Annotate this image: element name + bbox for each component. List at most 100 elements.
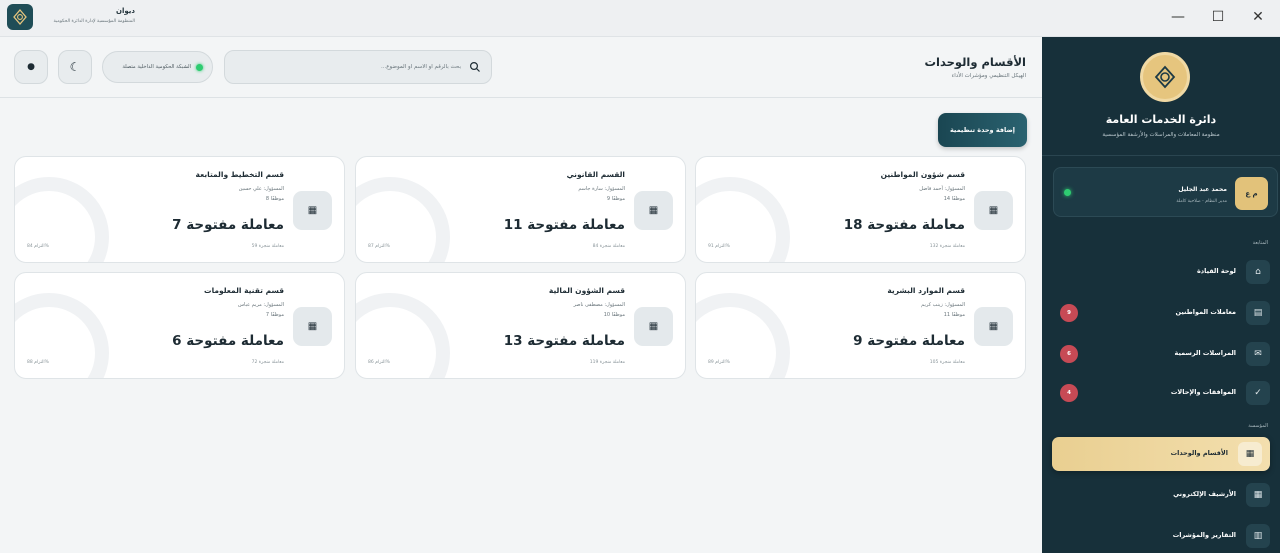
page-header: الأقسام والوحدات الهيكل التنظيمي ومؤشرات… bbox=[0, 37, 1042, 98]
org-logo-icon bbox=[1140, 52, 1190, 102]
sidebar-item-official-correspondence[interactable]: ✉ المراسلات الرسمية 6 bbox=[1052, 337, 1270, 371]
close-button[interactable]: ✕ bbox=[1246, 6, 1270, 28]
count-badge: 9 bbox=[1060, 304, 1078, 322]
department-employees: 14 موظفًا bbox=[943, 196, 965, 202]
card-decoration bbox=[696, 293, 790, 378]
search-input[interactable] bbox=[241, 60, 461, 74]
theme-toggle-button[interactable]: ☾ bbox=[58, 50, 92, 84]
app-logo-icon bbox=[7, 4, 33, 30]
department-grid-icon: ▦ bbox=[293, 191, 332, 230]
moon-icon: ☾ bbox=[69, 60, 81, 74]
department-grid-icon: ▦ bbox=[634, 307, 673, 346]
completed-transactions: 84 معاملة منجزة bbox=[592, 244, 625, 249]
completed-transactions: 132 معاملة منجزة bbox=[929, 244, 965, 249]
department-name: قسم التخطيط والمتابعة bbox=[195, 170, 284, 179]
card-decoration bbox=[356, 177, 450, 262]
page-title: الأقسام والوحدات bbox=[924, 55, 1026, 69]
department-employees: 7 موظفًا bbox=[265, 312, 284, 318]
department-name: قسم الموارد البشرية bbox=[887, 286, 965, 295]
department-grid-icon: ▦ bbox=[974, 307, 1013, 346]
department-card[interactable]: ▦ قسم الموارد البشرية المسؤول: زينب كريم… bbox=[695, 272, 1026, 379]
commitment-rate: التزام 89% bbox=[708, 360, 730, 365]
commitment-rate: التزام 86% bbox=[368, 360, 390, 365]
maximize-button[interactable]: ☐ bbox=[1206, 6, 1230, 28]
open-transactions: 9 معاملة مفتوحة bbox=[853, 333, 965, 349]
department-card[interactable]: ▦ قسم تقنية المعلومات المسؤول: مريم عباس… bbox=[14, 272, 345, 379]
department-grid-icon: ▦ bbox=[974, 191, 1013, 230]
status-button[interactable]: ● bbox=[14, 50, 48, 84]
network-status-text: الشبكة الحكومية الداخلية متصلة bbox=[122, 64, 191, 70]
department-employees: 8 موظفًا bbox=[265, 196, 284, 202]
check-icon: ✓ bbox=[1246, 381, 1270, 405]
completed-transactions: 59 معاملة منجزة bbox=[251, 244, 284, 249]
search-icon bbox=[469, 61, 480, 72]
org-subtitle: منظومة المعاملات والمراسلات والأرشفة الم… bbox=[1102, 132, 1220, 138]
mail-icon: ✉ bbox=[1246, 342, 1270, 366]
card-decoration bbox=[15, 293, 109, 378]
user-name: محمد عبد الجليل bbox=[1178, 186, 1227, 193]
commitment-rate: التزام 88% bbox=[27, 360, 49, 365]
app-subtitle: المنظومة المؤسسية لإدارة الدائرة الحكومي… bbox=[53, 19, 135, 24]
open-transactions: 7 معاملة مفتوحة bbox=[172, 217, 284, 233]
department-manager: المسؤول: أحمد فاضل bbox=[919, 186, 965, 192]
department-name: قسم الشؤون المالية bbox=[548, 286, 625, 295]
department-employees: 10 موظفًا bbox=[603, 312, 625, 318]
department-card[interactable]: ▦ قسم شؤون المواطنين المسؤول: أحمد فاضل … bbox=[695, 156, 1026, 263]
section-label-follow-up: المتابعة bbox=[1252, 240, 1268, 246]
add-unit-button[interactable]: إضافة وحدة تنظيمية bbox=[938, 113, 1027, 147]
org-title: دائرة الخدمات العامة bbox=[1105, 113, 1217, 126]
open-transactions: 11 معاملة مفتوحة bbox=[503, 217, 625, 233]
sidebar-item-archive[interactable]: ▦ الأرشيف الإلكتروني bbox=[1052, 478, 1270, 512]
card-decoration bbox=[696, 177, 790, 262]
department-card[interactable]: ▦ قسم التخطيط والمتابعة المسؤول: علي حسي… bbox=[14, 156, 345, 263]
sidebar-item-label: المراسلات الرسمية bbox=[1174, 349, 1236, 357]
avatar: م ع bbox=[1235, 177, 1268, 210]
dot-icon: ● bbox=[27, 62, 35, 72]
completed-transactions: 119 معاملة منجزة bbox=[589, 360, 625, 365]
archive-icon: ▦ bbox=[1246, 483, 1270, 507]
commitment-rate: التزام 84% bbox=[27, 244, 49, 249]
completed-transactions: 105 معاملة منجزة bbox=[929, 360, 965, 365]
sidebar-item-reports[interactable]: ▥ التقارير والمؤشرات bbox=[1052, 519, 1270, 553]
online-status-icon bbox=[1064, 189, 1071, 196]
count-badge: 6 bbox=[1060, 345, 1078, 363]
sidebar-item-dashboard[interactable]: ⌂ لوحة القيادة bbox=[1052, 255, 1270, 289]
department-employees: 9 موظفًا bbox=[606, 196, 625, 202]
sidebar-item-departments[interactable]: ▦ الأقسام والوحدات bbox=[1052, 437, 1270, 471]
sidebar-item-approvals[interactable]: ✓ الموافقات والإحالات 4 bbox=[1052, 376, 1270, 410]
minimize-button[interactable]: — bbox=[1166, 6, 1190, 28]
commitment-rate: التزام 87% bbox=[368, 244, 390, 249]
completed-transactions: 72 معاملة منجزة bbox=[251, 360, 284, 365]
search-box[interactable] bbox=[224, 50, 492, 84]
document-icon: ▤ bbox=[1246, 301, 1270, 325]
sidebar-item-citizen-transactions[interactable]: ▤ معاملات المواطنين 9 bbox=[1052, 296, 1270, 330]
department-grid-icon: ▦ bbox=[634, 191, 673, 230]
chart-icon: ▥ bbox=[1246, 524, 1270, 548]
sidebar: دائرة الخدمات العامة منظومة المعاملات وا… bbox=[1042, 37, 1280, 553]
app-title: ديوان bbox=[116, 7, 135, 15]
user-card[interactable]: م ع محمد عبد الجليل مدير النظام - صلاحية… bbox=[1053, 167, 1278, 217]
department-card[interactable]: ▦ القسم القانوني المسؤول: سارة جاسم 9 مو… bbox=[355, 156, 686, 263]
department-manager: المسؤول: مريم عباس bbox=[237, 302, 284, 308]
card-decoration bbox=[15, 177, 109, 262]
section-label-institution: المؤسسة bbox=[1248, 423, 1268, 429]
sidebar-item-label: معاملات المواطنين bbox=[1175, 308, 1237, 316]
title-bar: ديوان المنظومة المؤسسية لإدارة الدائرة ا… bbox=[0, 0, 1280, 37]
department-manager: المسؤول: سارة جاسم bbox=[578, 186, 625, 192]
department-name: قسم شؤون المواطنين bbox=[880, 170, 965, 179]
open-transactions: 13 معاملة مفتوحة bbox=[503, 333, 625, 349]
department-name: القسم القانوني bbox=[566, 170, 625, 179]
open-transactions: 18 معاملة مفتوحة bbox=[843, 217, 965, 233]
home-icon: ⌂ bbox=[1246, 260, 1270, 284]
open-transactions: 6 معاملة مفتوحة bbox=[172, 333, 284, 349]
status-dot-icon bbox=[196, 64, 203, 71]
department-card[interactable]: ▦ قسم الشؤون المالية المسؤول: مصطفى ناصر… bbox=[355, 272, 686, 379]
sidebar-item-label: لوحة القيادة bbox=[1196, 267, 1236, 275]
sidebar-item-label: التقارير والمؤشرات bbox=[1172, 531, 1236, 539]
department-grid-icon: ▦ bbox=[293, 307, 332, 346]
card-decoration bbox=[356, 293, 450, 378]
count-badge: 4 bbox=[1060, 384, 1078, 402]
commitment-rate: التزام 91% bbox=[708, 244, 730, 249]
grid-icon: ▦ bbox=[1238, 442, 1262, 466]
department-manager: المسؤول: مصطفى ناصر bbox=[573, 302, 626, 308]
